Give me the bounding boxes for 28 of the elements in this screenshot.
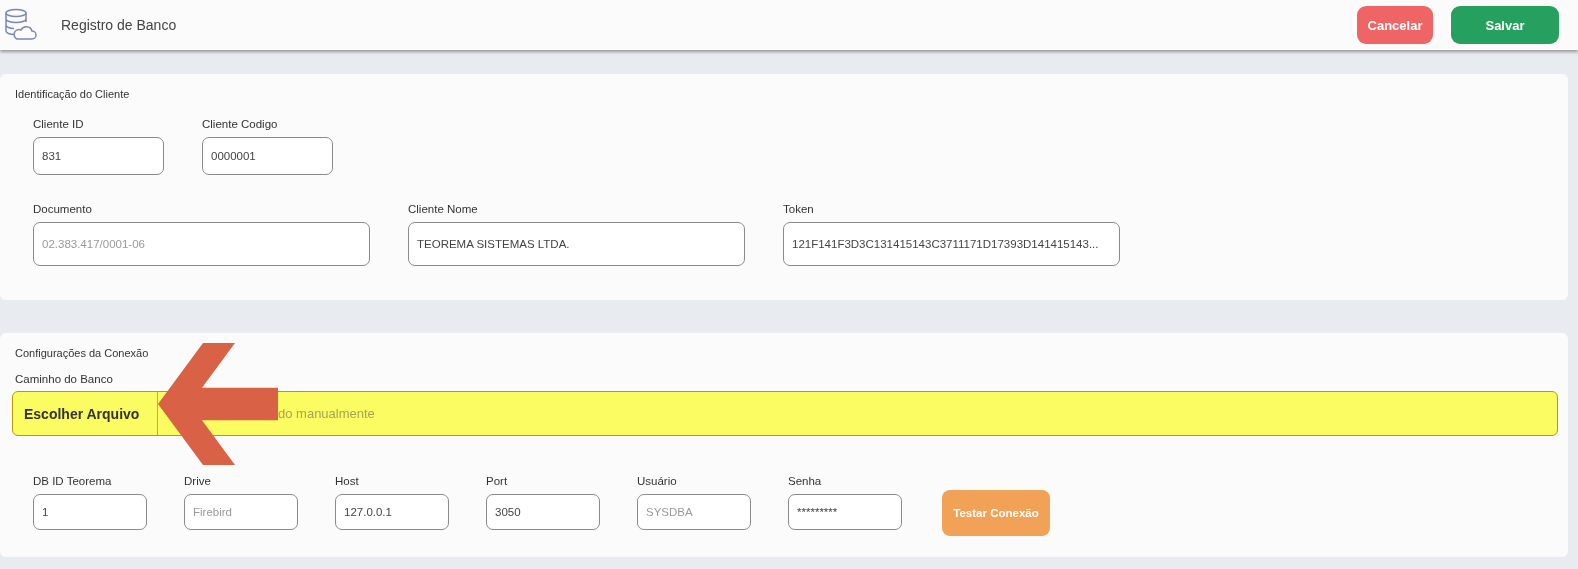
section-title: Configurações da Conexão bbox=[15, 347, 150, 359]
page-title: Registro de Banco bbox=[61, 17, 177, 33]
input-field[interactable]: 3050 bbox=[486, 494, 600, 530]
field-label: Usuário bbox=[637, 475, 678, 487]
input-field[interactable]: 831 bbox=[33, 137, 164, 175]
choose-file-button[interactable]: Escolher Arquivo bbox=[13, 392, 158, 435]
input-field[interactable]: ********* bbox=[788, 494, 902, 530]
input-field[interactable]: 02.383.417/0001-06 bbox=[33, 222, 370, 266]
field-label: Caminho do Banco bbox=[15, 373, 114, 385]
input-field[interactable]: 121F141F3D3C131415143C3711171D17393D141415143... bbox=[783, 222, 1120, 266]
file-path-field[interactable]: Escolher Arquivo do manualmente bbox=[12, 391, 1558, 436]
field-label: Senha bbox=[788, 475, 823, 487]
field-label: Cliente Nome bbox=[408, 203, 479, 215]
field-label: Token bbox=[783, 203, 815, 215]
input-field[interactable]: Firebird bbox=[184, 494, 298, 530]
section-title: Identificação do Cliente bbox=[15, 88, 131, 100]
input-field[interactable]: TEOREMA SISTEMAS LTDA. bbox=[408, 222, 745, 266]
input-field[interactable]: 127.0.0.1 bbox=[335, 494, 449, 530]
input-field[interactable]: SYSDBA bbox=[637, 494, 751, 530]
field-label: DB ID Teorema bbox=[33, 475, 113, 487]
input-field[interactable]: 1 bbox=[33, 494, 147, 530]
input-field[interactable]: 0000001 bbox=[202, 137, 333, 175]
field-label: Cliente ID bbox=[33, 118, 85, 130]
field-label: Documento bbox=[33, 203, 93, 215]
field-label: Cliente Codigo bbox=[202, 118, 279, 130]
field-label: Drive bbox=[184, 475, 212, 487]
field-label: Host bbox=[335, 475, 360, 487]
field-label: Port bbox=[486, 475, 509, 487]
